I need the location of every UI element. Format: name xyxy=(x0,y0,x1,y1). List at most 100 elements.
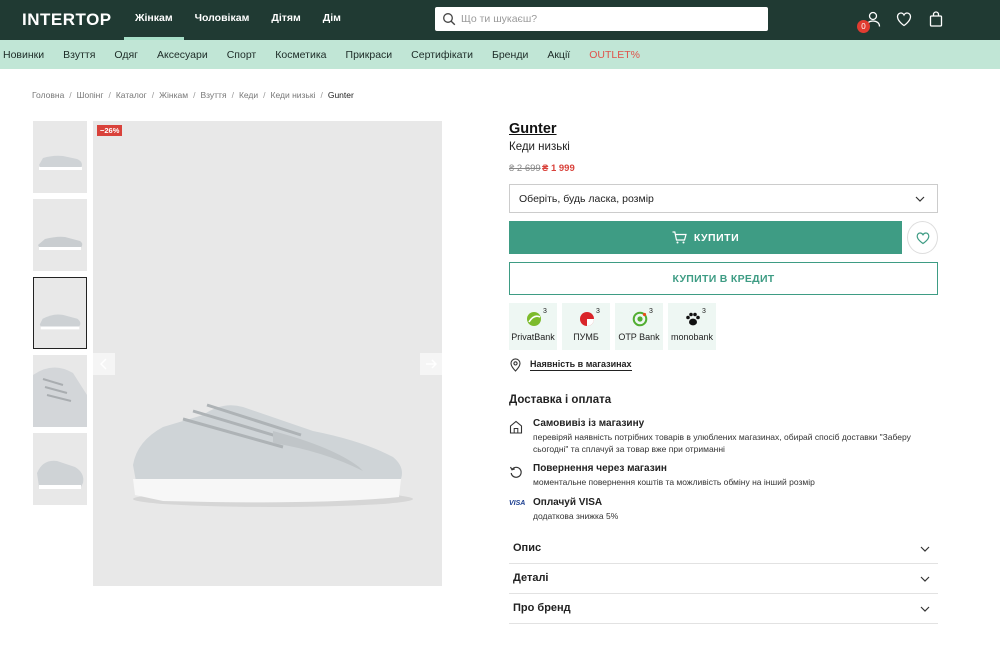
breadcrumb-separator: / xyxy=(69,90,72,100)
buy-on-credit-button[interactable]: КУПИТИ В КРЕДИТ xyxy=(509,262,938,295)
cat-accessories[interactable]: Аксесуари xyxy=(147,49,217,61)
bank-installment-options: 3 PrivatBank 3 ПУМБ 3 OTP Bank 3 monoban… xyxy=(509,303,721,350)
cat-shoes[interactable]: Взуття xyxy=(54,49,105,61)
size-select[interactable]: Оберіть, будь ласка, розмір xyxy=(509,184,938,213)
chevron-down-icon xyxy=(920,606,930,612)
nav-women[interactable]: Жінкам xyxy=(124,0,184,40)
nav-kids[interactable]: Дітям xyxy=(260,0,311,40)
accordion-details[interactable]: Деталі xyxy=(509,564,938,594)
gallery-prev-button[interactable] xyxy=(93,353,115,375)
gallery-next-button[interactable] xyxy=(420,353,442,375)
gender-nav: Жінкам Чоловікам Дітям Дім xyxy=(124,0,352,40)
bank-option-pumb[interactable]: 3 ПУМБ xyxy=(562,303,610,350)
store-availability-link[interactable]: Наявність в магазинах xyxy=(509,358,632,372)
bank-option-otp[interactable]: 3 OTP Bank xyxy=(615,303,663,350)
heart-icon[interactable] xyxy=(895,10,913,28)
privatbank-icon xyxy=(527,312,541,326)
cart-icon xyxy=(672,231,687,244)
cat-clothing[interactable]: Одяг xyxy=(105,49,148,61)
thumbnail-image[interactable] xyxy=(33,355,87,427)
bank-installments-count: 3 xyxy=(596,308,600,315)
map-pin-icon xyxy=(510,358,521,372)
sneaker-photo xyxy=(133,403,413,507)
cat-brands[interactable]: Бренди xyxy=(482,49,537,61)
bank-name: ПУМБ xyxy=(573,332,599,342)
main-product-image[interactable]: −26% xyxy=(93,121,442,586)
bank-installments-count: 3 xyxy=(543,308,547,315)
nav-home[interactable]: Дім xyxy=(312,0,352,40)
cat-outlet[interactable]: OUTLET% xyxy=(580,49,650,61)
breadcrumb-item[interactable]: Головна xyxy=(32,90,64,100)
product-brand[interactable]: Gunter xyxy=(509,121,557,137)
return-icon xyxy=(509,466,522,478)
cat-new[interactable]: Новинки xyxy=(0,49,54,61)
breadcrumb-separator: / xyxy=(108,90,111,100)
discount-badge: −26% xyxy=(97,125,123,136)
pumb-icon xyxy=(580,312,594,326)
breadcrumb-current: Gunter xyxy=(327,90,354,100)
accordion-label: Опис xyxy=(513,542,542,554)
delivery-section-title: Доставка і оплата xyxy=(509,394,612,406)
price-old: ₴ 2 699 xyxy=(509,163,541,174)
bag-icon[interactable] xyxy=(927,10,945,28)
size-select-label: Оберіть, будь ласка, розмір xyxy=(519,193,654,205)
chevron-down-icon xyxy=(920,576,930,582)
nav-men[interactable]: Чоловікам xyxy=(184,0,261,40)
breadcrumb-separator: / xyxy=(231,90,234,100)
delivery-option-title: Самовивіз із магазину xyxy=(533,418,645,429)
bank-option-monobank[interactable]: 3 monobank xyxy=(668,303,716,350)
breadcrumb-item[interactable]: Жінкам xyxy=(159,90,188,100)
breadcrumb: Головна / Шопінг / Каталог / Жінкам / Взуття… xyxy=(32,90,354,100)
breadcrumb-separator: / xyxy=(263,90,266,100)
accordion-about-brand[interactable]: Про бренд xyxy=(509,594,938,624)
delivery-option-text: перевіряй наявність потрібних товарів в … xyxy=(533,432,911,454)
cart-count-badge: 0 xyxy=(857,20,870,33)
category-nav: Новинки Взуття Одяг Аксесуари Спорт Косм… xyxy=(0,40,1000,69)
thumbnail-image[interactable] xyxy=(33,199,87,271)
logo[interactable]: INTERTOP xyxy=(22,10,112,30)
accordion-label: Про бренд xyxy=(513,602,571,614)
delivery-option-title: Повернення через магазин xyxy=(533,463,667,474)
chevron-down-icon xyxy=(915,196,925,202)
breadcrumb-separator: / xyxy=(193,90,196,100)
store-icon xyxy=(509,420,523,434)
heart-icon xyxy=(916,232,930,245)
accordion-label: Деталі xyxy=(513,572,549,584)
bank-name: PrivatBank xyxy=(511,332,555,342)
buy-button[interactable]: КУПИТИ xyxy=(509,221,902,254)
delivery-option-text: моментальне повернення коштів та можливі… xyxy=(533,477,815,487)
monobank-icon xyxy=(686,312,700,326)
price-new: ₴ 1 999 xyxy=(542,163,575,174)
search-bar xyxy=(435,7,768,31)
cat-jewelry[interactable]: Прикраси xyxy=(336,49,402,61)
search-icon[interactable] xyxy=(442,12,456,26)
bank-installments-count: 3 xyxy=(702,308,706,315)
visa-icon: VISA xyxy=(509,500,526,507)
cat-promos[interactable]: Акції xyxy=(538,49,580,61)
buy-button-label: КУПИТИ xyxy=(693,231,740,244)
bank-option-privatbank[interactable]: 3 PrivatBank xyxy=(509,303,557,350)
bank-name: monobank xyxy=(670,332,714,342)
breadcrumb-item[interactable]: Каталог xyxy=(116,90,147,100)
cat-cosmetics[interactable]: Косметика xyxy=(266,49,336,61)
otp-icon xyxy=(632,311,648,327)
cat-certificates[interactable]: Сертифікати xyxy=(402,49,483,61)
breadcrumb-item[interactable]: Взуття xyxy=(200,90,226,100)
bank-installments-count: 3 xyxy=(649,308,653,315)
breadcrumb-item[interactable]: Шопінг xyxy=(77,90,104,100)
thumbnail-image-selected[interactable] xyxy=(33,277,87,349)
cat-sport[interactable]: Спорт xyxy=(217,49,266,61)
thumbnail-image[interactable] xyxy=(33,121,87,193)
breadcrumb-separator: / xyxy=(151,90,155,100)
product-type: Кеди низькі xyxy=(509,141,570,153)
delivery-option-title: Оплачуй VISA xyxy=(533,497,603,508)
store-availability-label: Наявність в магазинах xyxy=(530,359,632,371)
accordion-description[interactable]: Опис xyxy=(509,534,938,564)
search-input[interactable] xyxy=(461,10,751,28)
add-to-wishlist-button[interactable] xyxy=(907,221,938,254)
thumbnail-image[interactable] xyxy=(33,433,87,505)
breadcrumb-item[interactable]: Кеди xyxy=(239,90,258,100)
breadcrumb-item[interactable]: Кеди низькі xyxy=(271,90,316,100)
chevron-down-icon xyxy=(920,546,930,552)
bank-name: OTP Bank xyxy=(618,332,660,342)
